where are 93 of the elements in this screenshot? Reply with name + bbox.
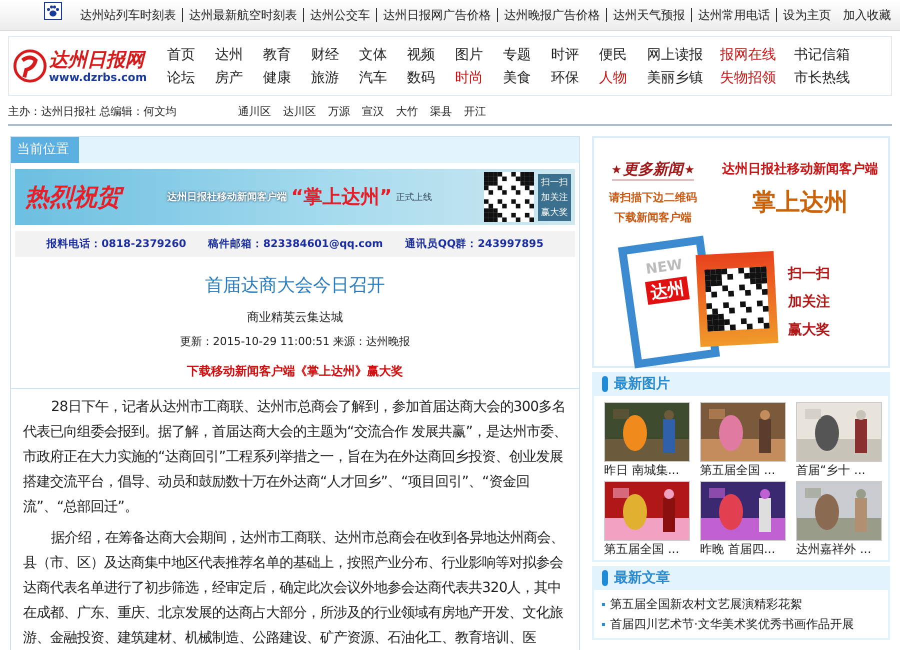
nav-link[interactable]: 报网在线 [720, 46, 794, 64]
ad-side-text: 加关注 [788, 293, 830, 311]
bullet-icon [602, 622, 605, 626]
contact-text: 报料电话：0818-2379260 [46, 237, 186, 251]
app-ad[interactable]: 更多新闻 请扫描下边二维码 下载新闻客户端 达州日报社移动新闻客户端 掌上达州 NEW 达州 扫一扫 加关注 赢大奖 [592, 136, 890, 368]
nav-link[interactable]: 旅游 [311, 68, 359, 86]
paw-icon [44, 2, 62, 20]
nav-link[interactable]: 房产 [215, 68, 263, 86]
top-link[interactable]: 达州天气预报 [606, 8, 691, 22]
logo-url[interactable]: www.dzrbs.com [49, 70, 147, 84]
nav-link[interactable]: 网上读报 [647, 46, 720, 64]
photo-caption[interactable]: 第五届全国 ... [604, 541, 700, 558]
ad-more-text: 更多新闻 [623, 160, 683, 179]
banner-headline: 热烈祝贺 [25, 181, 163, 213]
article-paragraph: 28日下午，记者从达州市工商联、达州市总商会了解到，参加首届达商大会的300多名代表已向组委会报到。据了解，首届达商大会的主题为“交流合作 发展共赢”，是达州市委、市政府正在大力实施的“达商回引”工程系列举措之一，旨在为在外达商回乡投资、创业发展搭建交流平台，倡导、动员和鼓励数十万在外达商“人才回乡”、“项目回引”、“资金回流”、“总部回迁”。 [23, 398, 568, 517]
section-title: 最新图片 [614, 375, 670, 393]
nav-link[interactable]: 文体 [359, 46, 407, 64]
nav-link[interactable]: 市长热线 [794, 68, 874, 86]
star-icon [685, 165, 694, 174]
top-link[interactable]: 达州常用电话 [691, 8, 776, 22]
nav-link[interactable]: 时评 [551, 46, 599, 64]
nav-link[interactable]: 汽车 [359, 68, 407, 86]
nav-link[interactable]: 教育 [263, 46, 311, 64]
ad-side-text: 扫一扫 [788, 265, 830, 283]
article-meta: 更新：2015-10-29 11:00:51 来源：达州晚报 [178, 334, 412, 349]
card-city-text: 达州 [645, 276, 690, 305]
nav-link[interactable]: 失物招领 [720, 68, 794, 86]
district-link[interactable]: 通川区 [238, 104, 271, 118]
section-title: 最新文章 [614, 569, 670, 587]
article-title: 首届达商大会今日召开 [204, 274, 386, 297]
nav-link[interactable]: 达州 [215, 46, 263, 64]
ad-hint-text: 请扫描下边二维码 [609, 190, 697, 205]
article-link[interactable]: 第五届全国新农村文艺展演精彩花絮 [610, 594, 802, 614]
photo-caption[interactable]: 达州嘉祥外 ... [796, 541, 892, 558]
banner-side-text: 扫一扫 [541, 176, 568, 188]
contact-text: 通讯员QQ群：243997895 [404, 237, 544, 251]
ad-caption: 达州日报社移动新闻客户端 [722, 160, 878, 178]
bullet-icon [602, 602, 605, 606]
photo-caption[interactable]: 昨晚 首届四... [700, 541, 796, 558]
district-link[interactable]: 达川区 [283, 104, 316, 118]
top-link[interactable]: 达州公交车 [303, 8, 376, 22]
nav-link[interactable]: 数码 [407, 68, 455, 86]
banner-side-text: 加关注 [541, 192, 568, 204]
article-link[interactable]: 首届四川艺术节·文华美术奖优秀书画作品开展 [610, 614, 854, 634]
nav-link[interactable]: 人物 [599, 68, 647, 86]
pill-icon [602, 376, 608, 392]
top-link[interactable]: 达州最新航空时刻表 [182, 8, 303, 22]
card-new-text: NEW [644, 256, 684, 278]
logo-name[interactable]: 达州日报网 [49, 48, 147, 70]
qr-code-icon [484, 172, 534, 222]
nav-link[interactable]: 环保 [551, 68, 599, 86]
photo-caption[interactable]: 昨日 南城集... [604, 462, 700, 479]
nav-link[interactable]: 健康 [263, 68, 311, 86]
contact-text: 稿件邮箱：823384601@qq.com [208, 237, 383, 251]
top-link[interactable]: 达州站列车时刻表 [74, 8, 182, 22]
nav-link[interactable]: 书记信箱 [794, 46, 874, 64]
nav-link[interactable]: 美食 [503, 68, 551, 86]
district-link[interactable]: 宣汉 [362, 104, 384, 118]
ad-side-text: 赢大奖 [788, 321, 830, 339]
ad-hint-text: 下载新闻客户端 [614, 210, 692, 225]
nav-link[interactable]: 财经 [311, 46, 359, 64]
banner-app-name: “掌上达州” [291, 185, 392, 210]
nav-link[interactable]: 视频 [407, 46, 455, 64]
article-paragraph: 据介绍，在筹备达商大会期间，达州市工商联、达州市总商会在收到各异地达州商会、县（市、区）及达商集中地区代表推荐名单的基础上，按照产业分布、行业影响等对拟参会达商代表名单进行了初步筛选，经审定后，确定此次会议外地参会达商代表共320人，其中在成都、广东、重庆、北京发展的达商占大部分，所涉及的行业领域有房地产开发、文化旅游、金融投资、建筑建材、机械制造、公路建设、矿产资源、石油化工、教育培训、医 [23, 529, 565, 648]
nav-link[interactable]: 专题 [503, 46, 551, 64]
banner-caption: 达州日报社移动新闻客户端 [167, 190, 287, 204]
pill-icon [602, 570, 608, 586]
publisher-text: 主办：达州日报社 总编辑：何文均 [8, 104, 178, 118]
nav-link[interactable]: 便民 [599, 46, 647, 64]
photo-caption[interactable]: 首届“乡十 ... [796, 462, 892, 479]
logo-icon [13, 49, 47, 83]
app-banner[interactable]: 热烈祝贺 达州日报社移动新闻客户端 “掌上达州” 正式上线 扫一扫 加关注 赢大奖 [15, 169, 575, 225]
qr-code-icon [704, 266, 770, 332]
photo-caption[interactable]: 第五届全国 ... [700, 462, 796, 479]
district-link[interactable]: 渠县 [430, 104, 452, 118]
star-icon [612, 165, 621, 174]
top-link[interactable]: 设为主页 [776, 8, 837, 22]
top-link[interactable]: 达州晚报广告价格 [497, 8, 606, 22]
nav-link[interactable]: 首页 [167, 46, 215, 64]
ad-app-name: 掌上达州 [752, 187, 848, 218]
nav-link[interactable]: 论坛 [167, 68, 215, 86]
district-link[interactable]: 开江 [464, 104, 486, 118]
nav-link[interactable]: 图片 [455, 46, 503, 64]
nav-link[interactable]: 美丽乡镇 [647, 68, 720, 86]
district-link[interactable]: 大竹 [396, 104, 418, 118]
banner-side-text: 赢大奖 [541, 206, 568, 218]
district-link[interactable]: 万源 [328, 104, 350, 118]
banner-suffix: 正式上线 [396, 192, 433, 204]
promo-link[interactable]: 下载移动新闻客户端《掌上达州》赢大奖 [187, 363, 403, 380]
top-link[interactable]: 加入收藏 [837, 8, 897, 22]
article-subtitle: 商业精英云集达城 [246, 309, 344, 326]
nav-link[interactable]: 时尚 [455, 68, 503, 86]
top-link[interactable]: 达州日报网广告价格 [376, 8, 497, 22]
